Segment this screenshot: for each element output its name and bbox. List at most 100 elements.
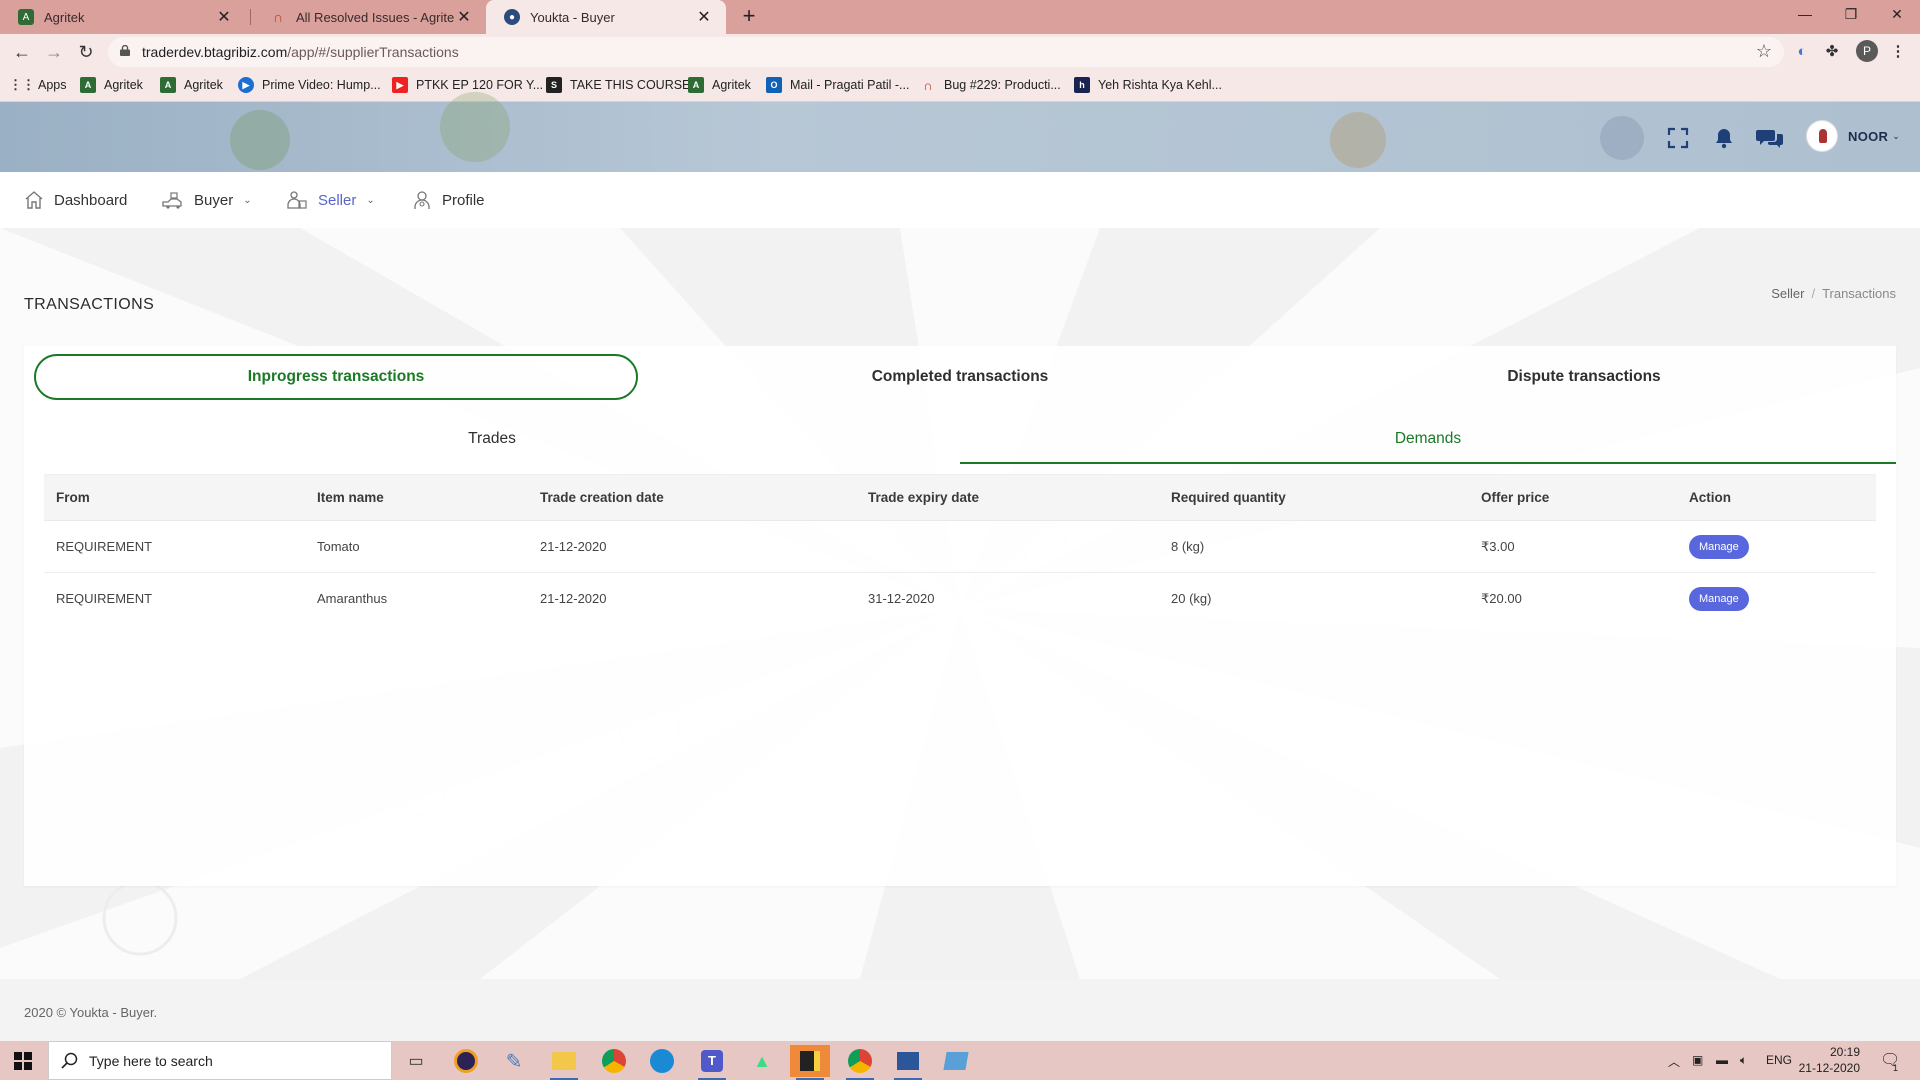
extension-icon[interactable]: ◐ <box>1792 42 1812 62</box>
buyer-icon <box>162 192 182 209</box>
browser-menu-icon[interactable]: ⋮ <box>1888 42 1908 62</box>
volume-icon[interactable]: 🔈︎ <box>1740 1053 1747 1068</box>
mail-app-icon[interactable] <box>888 1045 928 1080</box>
transaction-status-tabs: Inprogress transactions Completed transa… <box>24 346 1896 406</box>
url-text: traderdev.btagribiz.com/app/#/supplierTr… <box>142 44 459 60</box>
bookmark-star-icon[interactable]: ☆ <box>1756 41 1772 62</box>
app-header: NOOR ⌄ <box>0 92 1920 172</box>
extensions-puzzle-icon[interactable]: ✤ <box>1822 42 1842 62</box>
close-icon[interactable]: ✕ <box>214 7 234 27</box>
taskbar-search-input[interactable]: Type here to search <box>48 1041 392 1080</box>
battery-icon[interactable]: ▬ <box>1716 1053 1728 1067</box>
browser-tab-active[interactable]: ● Youkta - Buyer ✕ <box>486 0 726 34</box>
bookmark-item[interactable]: ▶ Prime Video: Hump... <box>238 77 381 93</box>
manage-button[interactable]: Manage <box>1689 586 1749 611</box>
address-bar[interactable]: traderdev.btagribiz.com/app/#/supplierTr… <box>108 37 1784 67</box>
bookmark-item[interactable]: A Agritek <box>688 77 751 93</box>
eclipse-app-icon[interactable] <box>446 1045 486 1077</box>
redmine-icon: ∩ <box>923 77 933 93</box>
tab-completed-transactions[interactable]: Completed transactions <box>658 354 1262 400</box>
teams-app-icon[interactable]: T <box>692 1045 732 1080</box>
browser-toolbar: ← → ↻ traderdev.btagribiz.com/app/#/supp… <box>0 34 1920 70</box>
minimize-icon[interactable]: — <box>1782 0 1828 30</box>
android-studio-icon[interactable]: ▲ <box>742 1045 782 1077</box>
task-view-icon[interactable]: ▭ <box>396 1045 436 1077</box>
bookmark-item[interactable]: ⋮⋮ Apps <box>9 77 67 93</box>
agritek-icon: A <box>160 77 176 93</box>
browser-tab[interactable]: ∩ All Resolved Issues - Agritek - Re ✕ <box>252 0 486 34</box>
restore-icon[interactable]: ❐ <box>1828 0 1874 30</box>
column-header: Trade creation date <box>528 474 856 521</box>
search-placeholder: Type here to search <box>89 1053 213 1069</box>
tab-trades[interactable]: Trades <box>24 416 960 462</box>
cell-quantity: 8 (kg) <box>1159 520 1469 573</box>
file-explorer-icon[interactable] <box>544 1045 584 1080</box>
table-row: REQUIREMENT Amaranthus 21-12-2020 31-12-… <box>44 573 1876 625</box>
app-icon[interactable] <box>936 1045 976 1077</box>
menu-item-seller[interactable]: Seller ⌄ <box>286 172 375 228</box>
chrome-app-icon[interactable] <box>594 1045 634 1077</box>
breadcrumb: Seller / Transactions <box>1771 286 1896 301</box>
chrome-profile-app-icon[interactable] <box>840 1045 880 1080</box>
cell-creation-date: 21-12-2020 <box>528 520 856 573</box>
tab-demands[interactable]: Demands <box>960 416 1896 464</box>
bookmark-item[interactable]: S TAKE THIS COURSE <box>546 77 690 93</box>
bookmark-item[interactable]: h Yeh Rishta Kya Kehl... <box>1074 77 1222 93</box>
reload-icon[interactable]: ↻ <box>72 38 100 66</box>
language-indicator[interactable]: ENG <box>1766 1053 1792 1067</box>
cell-from: REQUIREMENT <box>56 591 153 607</box>
sticky-notes-icon[interactable] <box>790 1045 830 1080</box>
system-clock[interactable]: 20:19 21-12-2020 <box>1790 1044 1860 1076</box>
close-icon[interactable]: ✕ <box>694 7 714 27</box>
column-header: From <box>44 474 305 521</box>
close-icon[interactable]: ✕ <box>454 7 474 27</box>
main-menu: Dashboard Buyer ⌄ Seller ⌄ Profile <box>0 172 1920 228</box>
bookmark-item[interactable]: O Mail - Pragati Patil -... <box>766 77 909 93</box>
cell-item-name: Amaranthus <box>317 591 388 607</box>
breadcrumb-item-transactions: Transactions <box>1822 286 1896 301</box>
meet-now-icon[interactable]: ▣ <box>1692 1053 1703 1067</box>
bookmark-item[interactable]: ▶ PTKK EP 120 FOR Y... <box>392 77 543 93</box>
clock-time: 20:19 <box>1829 1045 1860 1059</box>
cell-action: Manage <box>1677 520 1876 573</box>
tab-dispute-transactions[interactable]: Dispute transactions <box>1282 354 1886 400</box>
column-header: Offer price <box>1469 474 1677 521</box>
back-icon[interactable]: ← <box>8 38 36 66</box>
lock-icon <box>120 45 130 56</box>
chevron-down-icon: ⌄ <box>366 194 375 206</box>
paint-app-icon[interactable]: ✎ <box>494 1045 534 1077</box>
browser-tab[interactable]: A Agritek ✕ <box>0 0 246 34</box>
chat-icon[interactable] <box>1756 126 1784 150</box>
bookmark-item[interactable]: ∩ Bug #229: Producti... <box>920 77 1060 93</box>
table-header-row: From Item name Trade creation date Trade… <box>44 474 1876 521</box>
edge-app-icon[interactable] <box>642 1045 682 1077</box>
manage-button[interactable]: Manage <box>1689 534 1749 559</box>
tab-title: Youkta - Buyer <box>530 9 615 25</box>
menu-item-buyer[interactable]: Buyer ⌄ <box>162 172 252 228</box>
menu-item-label: Profile <box>442 191 485 209</box>
profile-icon <box>414 191 430 209</box>
demands-table: From Item name Trade creation date Trade… <box>44 474 1876 625</box>
fullscreen-icon[interactable] <box>1666 126 1690 150</box>
menu-item-profile[interactable]: Profile <box>412 172 485 228</box>
page-title: TRANSACTIONS <box>24 296 155 313</box>
tab-inprogress-transactions[interactable]: Inprogress transactions <box>34 354 638 400</box>
user-menu[interactable]: NOOR ⌄ <box>1806 120 1900 152</box>
window-close-icon[interactable]: ✕ <box>1874 0 1920 30</box>
clock-date: 21-12-2020 <box>1798 1061 1860 1075</box>
column-header: Required quantity <box>1159 474 1469 521</box>
tray-chevron-up-icon[interactable]: ︿ <box>1668 1053 1680 1070</box>
menu-item-dashboard[interactable]: Dashboard <box>24 172 127 228</box>
new-tab-icon[interactable]: + <box>736 4 762 30</box>
notification-bell-icon[interactable] <box>1712 126 1736 150</box>
windows-start-icon[interactable] <box>14 1052 32 1070</box>
breadcrumb-item-seller[interactable]: Seller <box>1771 286 1804 301</box>
redmine-favicon-icon: ∩ <box>272 9 284 25</box>
browser-profile-avatar[interactable]: P <box>1856 40 1878 62</box>
bookmark-item[interactable]: A Agritek <box>80 77 143 93</box>
menu-item-label: Dashboard <box>54 191 128 209</box>
prime-video-icon: ▶ <box>238 77 254 93</box>
forward-icon[interactable]: → <box>40 38 68 66</box>
bookmark-item[interactable]: A Agritek <box>160 77 223 93</box>
tab-title: Agritek <box>44 9 85 25</box>
